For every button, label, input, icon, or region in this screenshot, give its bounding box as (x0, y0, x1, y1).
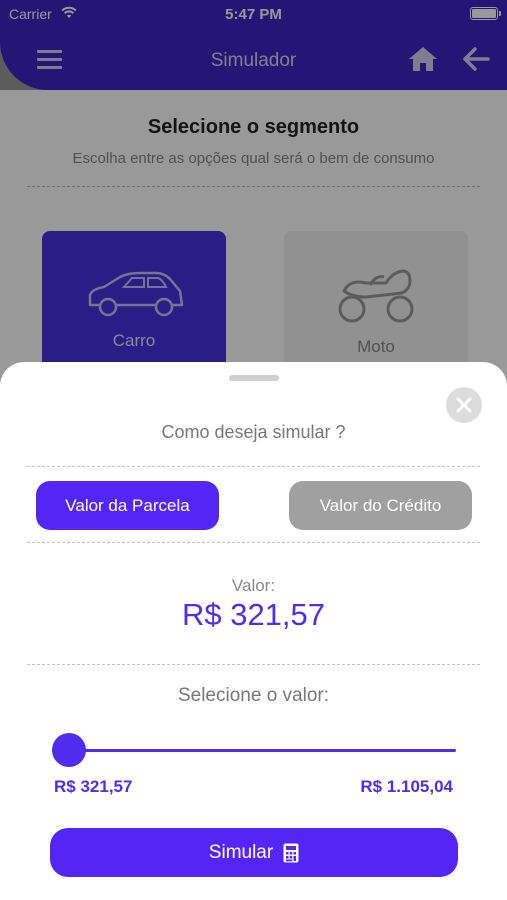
sheet-drag-handle[interactable] (229, 375, 279, 381)
divider (27, 466, 480, 467)
select-value-label: Selecione o valor: (177, 685, 330, 706)
valor-parcela-button[interactable]: Valor da Parcela (36, 481, 219, 530)
valor-credito-button[interactable]: Valor do Crédito (289, 481, 472, 530)
simular-label: Simular (208, 841, 274, 863)
slider-max-label: R$ 1.105,04 (360, 777, 453, 796)
close-icon[interactable] (446, 387, 482, 423)
divider (27, 664, 480, 665)
simular-button[interactable]: Simular (50, 828, 458, 877)
valor-amount: R$ 321,57 (181, 597, 326, 632)
value-slider-track[interactable] (68, 749, 456, 752)
calculator-icon (283, 843, 299, 862)
value-slider-thumb[interactable] (52, 733, 86, 767)
valor-label: Valor: (231, 576, 276, 595)
slider-min-label: R$ 321,57 (54, 777, 133, 796)
simulation-question: Como deseja simular ? (161, 422, 346, 442)
divider (27, 542, 480, 543)
simulation-sheet: Como deseja simular ? Valor da Parcela V… (0, 362, 507, 900)
